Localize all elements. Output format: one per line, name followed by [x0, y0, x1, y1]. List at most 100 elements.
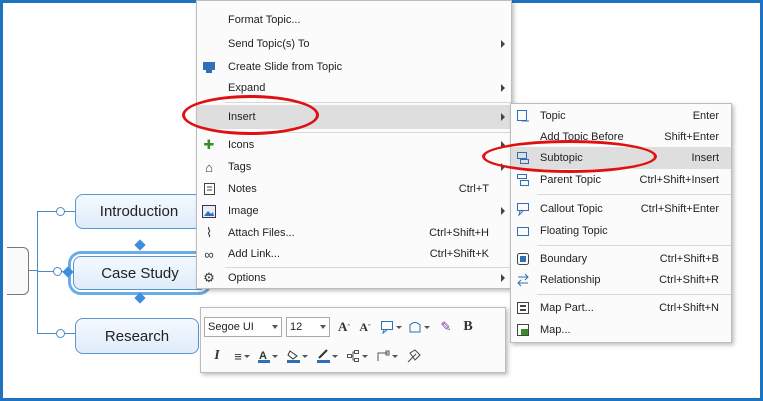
menu-label: Tags	[228, 161, 252, 173]
branch-knob	[56, 207, 65, 216]
connector-style-icon[interactable]	[375, 346, 399, 366]
menu-separator	[537, 294, 731, 295]
menu-shortcut: Shift+Enter	[664, 131, 719, 143]
menu-item-send-topics-to[interactable]: Send Topic(s) To	[197, 33, 511, 55]
font-family-value: Segoe UI	[208, 321, 254, 333]
menu-shortcut: Ctrl+T	[458, 183, 489, 195]
submenu-item-boundary[interactable]: Boundary Ctrl+Shift+B	[511, 248, 731, 270]
menu-label: Map Part...	[540, 302, 594, 314]
menu-label: Send Topic(s) To	[228, 38, 310, 50]
context-menu: Format Topic... Send Topic(s) To Create …	[196, 0, 512, 289]
menu-label: Format Topic...	[228, 14, 301, 26]
annotation-ring-insert	[182, 95, 319, 135]
menu-label: Options	[228, 272, 266, 284]
submenu-arrow-icon	[501, 84, 505, 92]
menu-item-tags[interactable]: ⌂ Tags	[197, 156, 511, 178]
menu-label: Expand	[228, 82, 266, 94]
submenu-item-relationship[interactable]: Relationship Ctrl+Shift+R	[511, 269, 731, 291]
slide-icon	[201, 59, 217, 75]
menu-item-attach-files[interactable]: ⌇ Attach Files... Ctrl+Shift+H	[197, 222, 511, 244]
menu-separator	[537, 194, 731, 195]
menu-shortcut: Enter	[692, 110, 719, 122]
menu-shortcut: Ctrl+Shift+Enter	[640, 203, 719, 215]
link-icon: ∞	[204, 246, 214, 262]
menu-label: Floating Topic	[540, 225, 608, 237]
menu-label: Add Link...	[228, 248, 280, 260]
menu-label: Callout Topic	[540, 203, 603, 215]
submenu-arrow-icon	[501, 113, 505, 121]
submenu-arrow-icon	[501, 40, 505, 48]
branch-trunk	[37, 212, 38, 333]
submenu-item-floating-topic[interactable]: Floating Topic	[511, 220, 731, 242]
font-size-select[interactable]: 12	[286, 317, 330, 337]
bold-button[interactable]: B	[459, 317, 477, 337]
menu-label: Attach Files...	[228, 227, 295, 239]
menu-shortcut: Ctrl+Shift+H	[429, 227, 489, 239]
format-painter-icon[interactable]: ✎	[437, 317, 455, 337]
font-color-icon[interactable]: A	[257, 346, 279, 366]
image-icon	[201, 203, 217, 219]
relationship-icon	[515, 272, 531, 288]
menu-label: Boundary	[540, 253, 588, 265]
menu-shortcut: Ctrl+Shift+N	[659, 302, 719, 314]
font-family-select[interactable]: Segoe UI	[204, 317, 282, 337]
menu-item-options[interactable]: ⚙ Options	[197, 267, 511, 289]
topic-research[interactable]: Research	[75, 318, 199, 354]
fill-color-icon[interactable]	[285, 346, 309, 366]
root-connector	[29, 270, 37, 271]
shrink-font-icon[interactable]: Aˇ	[356, 317, 374, 337]
menu-label: Relationship	[540, 274, 601, 286]
topic-introduction[interactable]: Introduction	[75, 194, 203, 229]
annotation-ring-subtopic	[482, 140, 657, 173]
notes-icon	[201, 181, 217, 197]
submenu-item-map[interactable]: Map...	[511, 319, 731, 341]
menu-label: Map...	[540, 324, 571, 336]
subtopic-shape-icon[interactable]	[407, 317, 431, 337]
icons-icon: ✚	[203, 137, 215, 152]
dropdown-arrow-icon	[320, 325, 326, 329]
menu-item-image[interactable]: Image	[197, 200, 511, 222]
map-part-icon	[515, 300, 531, 316]
insert-submenu: Topic Enter Add Topic Before Shift+Enter…	[510, 103, 732, 343]
menu-item-add-link[interactable]: ∞ Add Link... Ctrl+Shift+K	[197, 243, 511, 265]
menu-item-format-topic[interactable]: Format Topic...	[197, 9, 511, 31]
line-color-icon[interactable]	[315, 346, 339, 366]
topic-shape-icon[interactable]	[379, 317, 403, 337]
submenu-item-map-part[interactable]: Map Part... Ctrl+Shift+N	[511, 297, 731, 319]
menu-item-create-slide[interactable]: Create Slide from Topic	[197, 56, 511, 78]
branch-knob	[56, 329, 65, 338]
boundary-icon	[515, 251, 531, 267]
menu-label: Topic	[540, 110, 566, 122]
align-icon[interactable]: ≡	[231, 346, 253, 366]
submenu-arrow-icon	[501, 274, 505, 282]
layout-icon[interactable]	[345, 346, 369, 366]
topic-case-study[interactable]: Case Study	[68, 251, 212, 295]
paperclip-icon: ⌇	[205, 225, 213, 240]
menu-shortcut: Insert	[691, 152, 719, 164]
parent-topic-icon	[515, 172, 531, 188]
menu-shortcut: Ctrl+Shift+R	[659, 274, 719, 286]
submenu-arrow-icon	[501, 207, 505, 215]
font-size-value: 12	[290, 321, 303, 333]
submenu-item-callout-topic[interactable]: Callout Topic Ctrl+Shift+Enter	[511, 198, 731, 220]
menu-item-icons[interactable]: ✚ Icons	[197, 134, 511, 156]
menu-item-notes[interactable]: Notes Ctrl+T	[197, 178, 511, 200]
topic-icon	[515, 108, 531, 124]
mini-toolbar: Segoe UI 12 Aˆ Aˇ ✎ B I ≡ A	[200, 307, 506, 373]
menu-label: Create Slide from Topic	[228, 61, 343, 73]
callout-icon	[515, 201, 531, 217]
dropdown-arrow-icon	[272, 325, 278, 329]
clear-format-icon[interactable]	[405, 346, 423, 366]
menu-label: Parent Topic	[540, 174, 601, 186]
branch-knob	[53, 267, 62, 276]
submenu-item-topic[interactable]: Topic Enter	[511, 105, 731, 127]
central-topic[interactable]	[7, 247, 29, 295]
menu-shortcut: Ctrl+Shift+B	[659, 253, 719, 265]
grow-font-icon[interactable]: Aˆ	[335, 317, 353, 337]
tag-icon: ⌂	[205, 159, 213, 175]
menu-label: Notes	[228, 183, 257, 195]
menu-label: Icons	[228, 139, 255, 151]
italic-button[interactable]: I	[209, 346, 225, 366]
menu-separator	[537, 245, 731, 246]
map-icon	[515, 322, 531, 338]
